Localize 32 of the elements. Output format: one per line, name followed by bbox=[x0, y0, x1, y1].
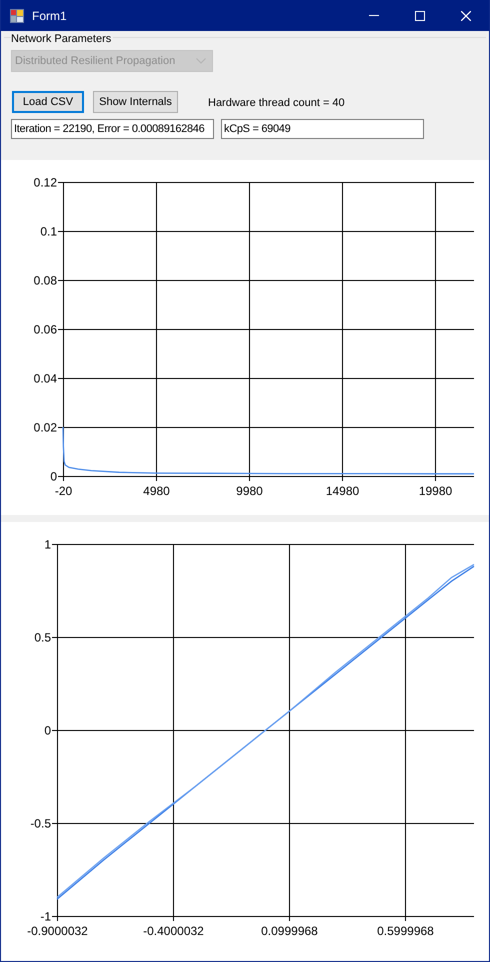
y-tick-label: 0.1 bbox=[40, 224, 57, 238]
text-field[interactable]: Iteration = 22190, Error = 0.00089162846 bbox=[11, 119, 214, 139]
text-field[interactable]: kCpS = 69049 bbox=[221, 119, 424, 139]
maximize-icon bbox=[415, 10, 425, 20]
x-tick-label: 9980 bbox=[236, 484, 263, 498]
y-tick-label: 0.02 bbox=[34, 420, 57, 434]
y-tick-label: 0.06 bbox=[34, 322, 57, 336]
y-tick-label: 0.08 bbox=[34, 274, 57, 288]
y-tick-label: 0 bbox=[50, 470, 57, 484]
y-tick-label: 0.5 bbox=[34, 630, 51, 644]
y-tick-label: -0.5 bbox=[30, 816, 51, 830]
chevron-icon bbox=[196, 58, 206, 64]
x-tick-label: 19980 bbox=[418, 484, 452, 498]
x-tick-label: 14980 bbox=[326, 484, 360, 498]
x-tick-label: -20 bbox=[54, 484, 72, 498]
x-tick-label: 0.5999968 bbox=[377, 924, 434, 938]
x-tick-label: 0.0999968 bbox=[261, 924, 318, 938]
thread-count-label: Hardware thread count = 40 bbox=[208, 96, 345, 112]
form-button[interactable]: Load CSV bbox=[12, 91, 84, 113]
close-icon bbox=[461, 10, 471, 20]
x-tick-label: 4980 bbox=[143, 484, 170, 498]
y-tick-label: -1 bbox=[40, 910, 51, 924]
minimize-icon bbox=[369, 15, 379, 16]
x-tick-label: -0.4000032 bbox=[143, 924, 204, 938]
x-tick-label: -0.9000032 bbox=[27, 924, 88, 938]
y-tick-label: 1 bbox=[44, 538, 51, 552]
app-icon bbox=[10, 8, 24, 22]
y-tick-label: 0 bbox=[44, 724, 51, 738]
y-tick-label: 0.12 bbox=[34, 176, 57, 190]
form-button[interactable]: Show Internals bbox=[93, 91, 178, 113]
y-tick-label: 0.04 bbox=[34, 372, 57, 386]
window-title: Form1 bbox=[32, 8, 67, 24]
